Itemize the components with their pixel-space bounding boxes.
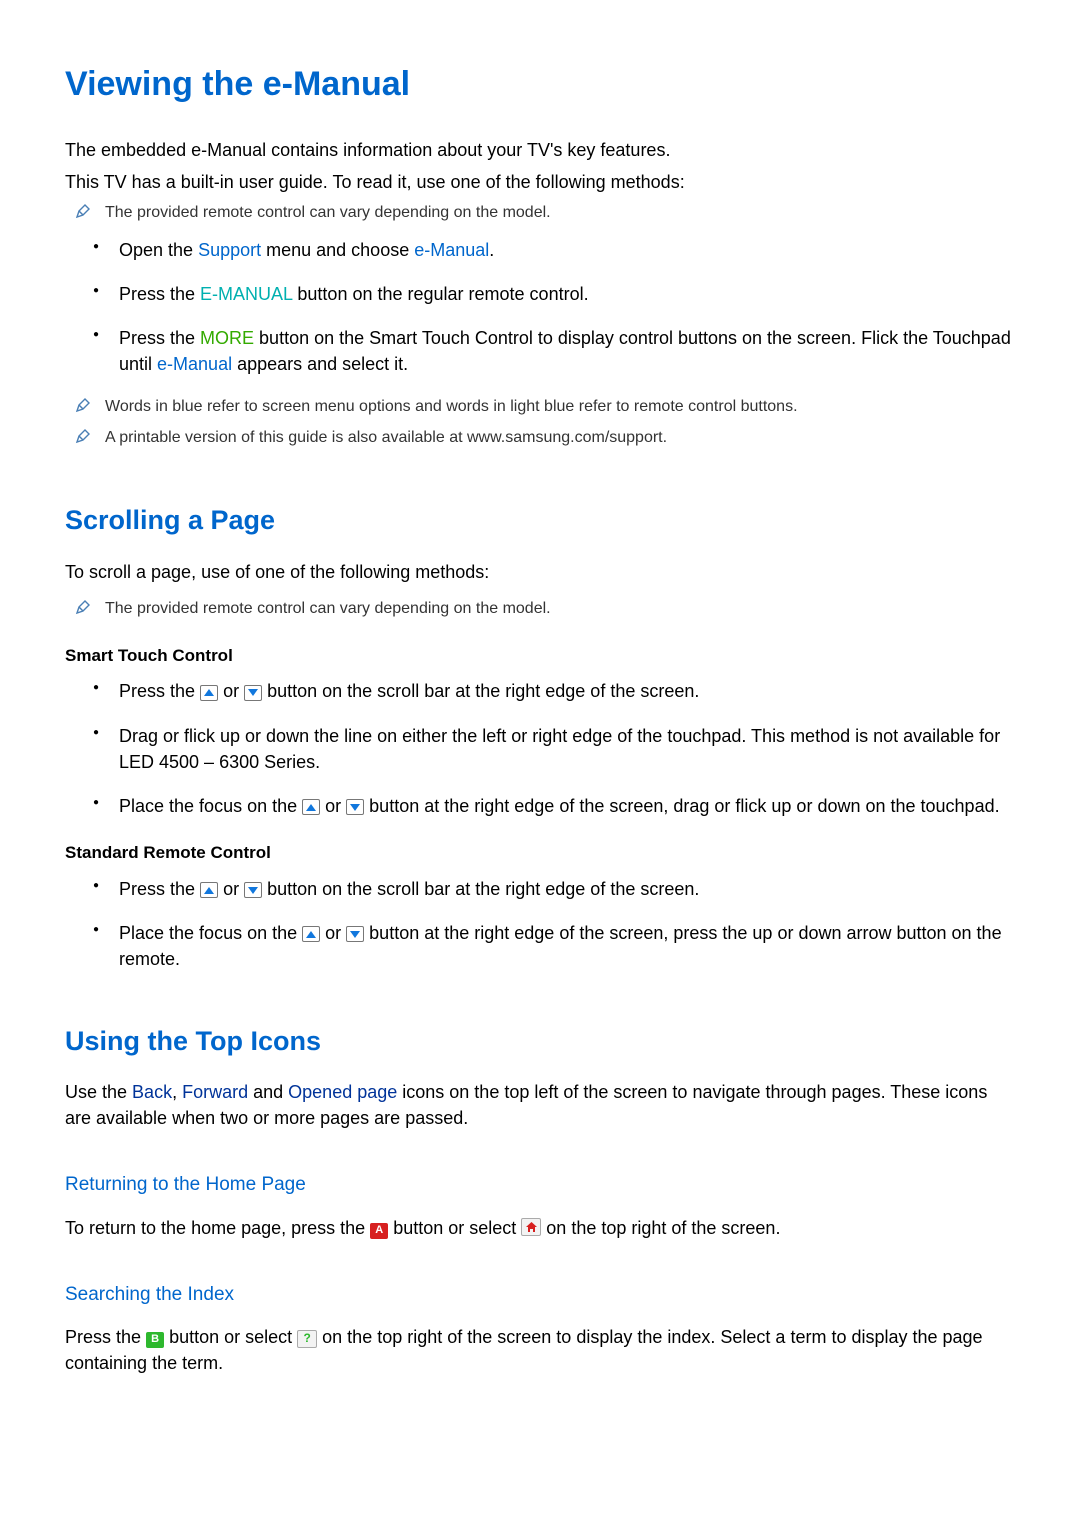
note-text: A printable version of this guide is als… bbox=[105, 426, 667, 449]
top-icons-body: Use the Back, Forward and Opened page ic… bbox=[65, 1079, 1015, 1131]
pencil-icon bbox=[75, 203, 91, 226]
a-button-icon: A bbox=[370, 1223, 388, 1239]
b-button-icon: B bbox=[146, 1332, 164, 1348]
up-arrow-icon bbox=[200, 882, 218, 898]
kw-emanual-2: e-Manual bbox=[157, 354, 232, 374]
methods-list: Open the Support menu and choose e-Manua… bbox=[93, 237, 1015, 377]
up-arrow-icon bbox=[302, 799, 320, 815]
list-item: Press the or button on the scroll bar at… bbox=[93, 678, 1015, 704]
kw-forward: Forward bbox=[182, 1082, 248, 1102]
list-item: Open the Support menu and choose e-Manua… bbox=[93, 237, 1015, 263]
intro-text-1: The embedded e-Manual contains informati… bbox=[65, 137, 1015, 163]
pencil-icon bbox=[75, 599, 91, 622]
kw-emanual-btn: E-MANUAL bbox=[200, 284, 292, 304]
note-text: The provided remote control can vary dep… bbox=[105, 597, 551, 620]
down-arrow-icon bbox=[244, 685, 262, 701]
kw-emanual: e-Manual bbox=[414, 240, 489, 260]
list-item: Press the E-MANUAL button on the regular… bbox=[93, 281, 1015, 307]
pencil-icon bbox=[75, 397, 91, 420]
list-item: Press the MORE button on the Smart Touch… bbox=[93, 325, 1015, 377]
list-item: Place the focus on the or button at the … bbox=[93, 793, 1015, 819]
home-icon bbox=[521, 1218, 541, 1236]
up-arrow-icon bbox=[200, 685, 218, 701]
list-item: Drag or flick up or down the line on eit… bbox=[93, 723, 1015, 775]
pencil-icon bbox=[75, 428, 91, 451]
list-item: Press the or button on the scroll bar at… bbox=[93, 876, 1015, 902]
heading-top-icons: Using the Top Icons bbox=[65, 1022, 1015, 1061]
down-arrow-icon bbox=[346, 799, 364, 815]
subhead-smart-touch: Smart Touch Control bbox=[65, 644, 1015, 669]
note-remote-vary-2: The provided remote control can vary dep… bbox=[75, 597, 1015, 622]
down-arrow-icon bbox=[244, 882, 262, 898]
note-printable: A printable version of this guide is als… bbox=[75, 426, 1015, 451]
list-item: Place the focus on the or button at the … bbox=[93, 920, 1015, 972]
note-color-meaning: Words in blue refer to screen menu optio… bbox=[75, 395, 1015, 420]
returning-body: To return to the home page, press the A … bbox=[65, 1215, 1015, 1241]
kw-opened-page: Opened page bbox=[288, 1082, 397, 1102]
index-icon: ? bbox=[297, 1330, 317, 1348]
down-arrow-icon bbox=[346, 926, 364, 942]
note-text: Words in blue refer to screen menu optio… bbox=[105, 395, 798, 418]
heading-viewing-emanual: Viewing the e-Manual bbox=[65, 60, 1015, 109]
searching-body: Press the B button or select ? on the to… bbox=[65, 1324, 1015, 1376]
heading-scrolling-page: Scrolling a Page bbox=[65, 501, 1015, 540]
note-text: The provided remote control can vary dep… bbox=[105, 201, 551, 224]
kw-back: Back bbox=[132, 1082, 172, 1102]
up-arrow-icon bbox=[302, 926, 320, 942]
intro-text-2: This TV has a built-in user guide. To re… bbox=[65, 169, 1015, 195]
heading-searching-index: Searching the Index bbox=[65, 1281, 1015, 1309]
standard-remote-list: Press the or button on the scroll bar at… bbox=[93, 876, 1015, 972]
kw-support: Support bbox=[198, 240, 261, 260]
smart-touch-list: Press the or button on the scroll bar at… bbox=[93, 678, 1015, 818]
subhead-standard-remote: Standard Remote Control bbox=[65, 841, 1015, 866]
note-remote-vary-1: The provided remote control can vary dep… bbox=[75, 201, 1015, 226]
kw-more: MORE bbox=[200, 328, 254, 348]
heading-returning-home: Returning to the Home Page bbox=[65, 1171, 1015, 1199]
scroll-intro: To scroll a page, use of one of the foll… bbox=[65, 559, 1015, 585]
